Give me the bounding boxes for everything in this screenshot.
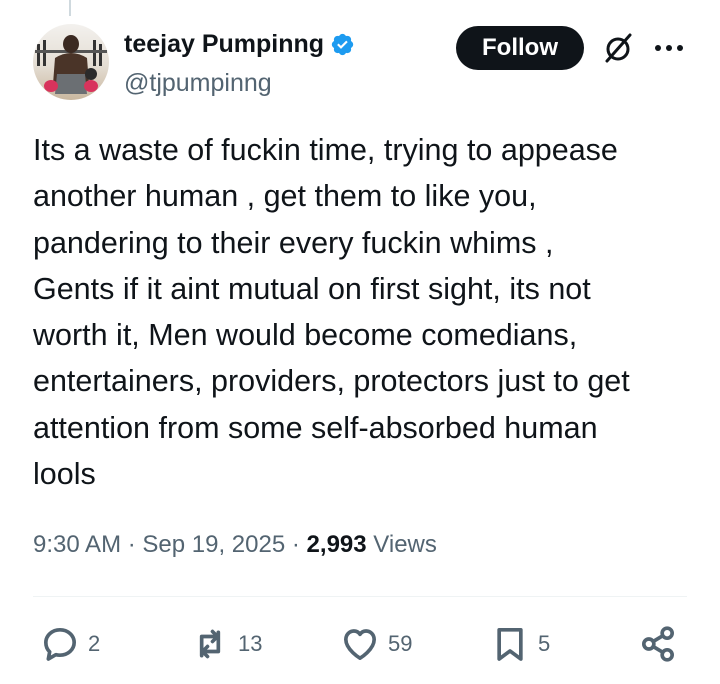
- tweet-date[interactable]: Sep 19, 2025: [142, 531, 285, 558]
- divider: [33, 596, 687, 597]
- bookmark-icon: [497, 628, 523, 661]
- reply-button[interactable]: 2: [40, 622, 100, 666]
- share-icon: [642, 626, 674, 662]
- tweet-text: Its a waste of fuckin time, trying to ap…: [33, 133, 630, 492]
- author-name-row[interactable]: teejay Pumpinng: [124, 28, 355, 60]
- views-count: 2,993: [306, 531, 367, 558]
- verified-badge-icon: [331, 33, 354, 55]
- avatar[interactable]: [33, 24, 109, 100]
- avatar-photo: [35, 35, 107, 94]
- more-options-icon[interactable]: [652, 38, 686, 58]
- follow-button[interactable]: Follow: [456, 26, 584, 70]
- like-icon: [344, 629, 376, 660]
- bookmark-button[interactable]: 5: [490, 622, 550, 666]
- thread-connector-line: [69, 0, 71, 16]
- grok-icon[interactable]: [600, 30, 636, 66]
- reply-count: 2: [88, 631, 101, 656]
- reply-icon: [44, 628, 76, 661]
- meta-separator: ·: [291, 531, 300, 558]
- meta-separator: ·: [127, 531, 136, 558]
- tweet-metadata: 9:30 AM · Sep 19, 2025 · 2,993 Views: [33, 528, 437, 562]
- views-label: Views: [373, 531, 437, 558]
- like-button[interactable]: 59: [340, 622, 412, 666]
- repost-icon: [199, 629, 221, 659]
- author-handle[interactable]: @tjpumpinng: [124, 67, 272, 99]
- bookmark-count: 5: [538, 631, 551, 656]
- share-button[interactable]: [638, 622, 678, 666]
- like-count: 59: [388, 631, 413, 656]
- repost-button[interactable]: 13: [190, 622, 262, 666]
- tweet-time[interactable]: 9:30 AM: [33, 531, 121, 558]
- author-name[interactable]: teejay Pumpinng: [124, 28, 324, 60]
- repost-count: 13: [238, 631, 263, 656]
